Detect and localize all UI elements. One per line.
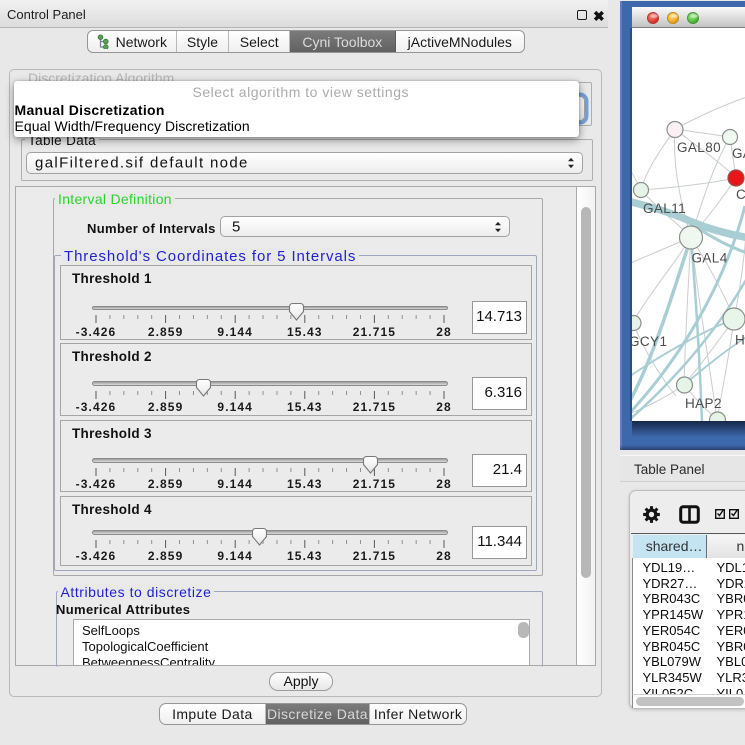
svg-text:GAL11: GAL11 bbox=[643, 201, 686, 216]
svg-text:C: C bbox=[736, 187, 745, 202]
svg-text:GCY1: GCY1 bbox=[632, 334, 667, 349]
svg-text:GAL4: GAL4 bbox=[692, 251, 728, 266]
svg-text:GAL80: GAL80 bbox=[677, 140, 721, 155]
svg-text:HAP2: HAP2 bbox=[685, 396, 722, 411]
svg-text:GA: GA bbox=[732, 146, 745, 161]
svg-text:HI: HI bbox=[735, 333, 745, 348]
